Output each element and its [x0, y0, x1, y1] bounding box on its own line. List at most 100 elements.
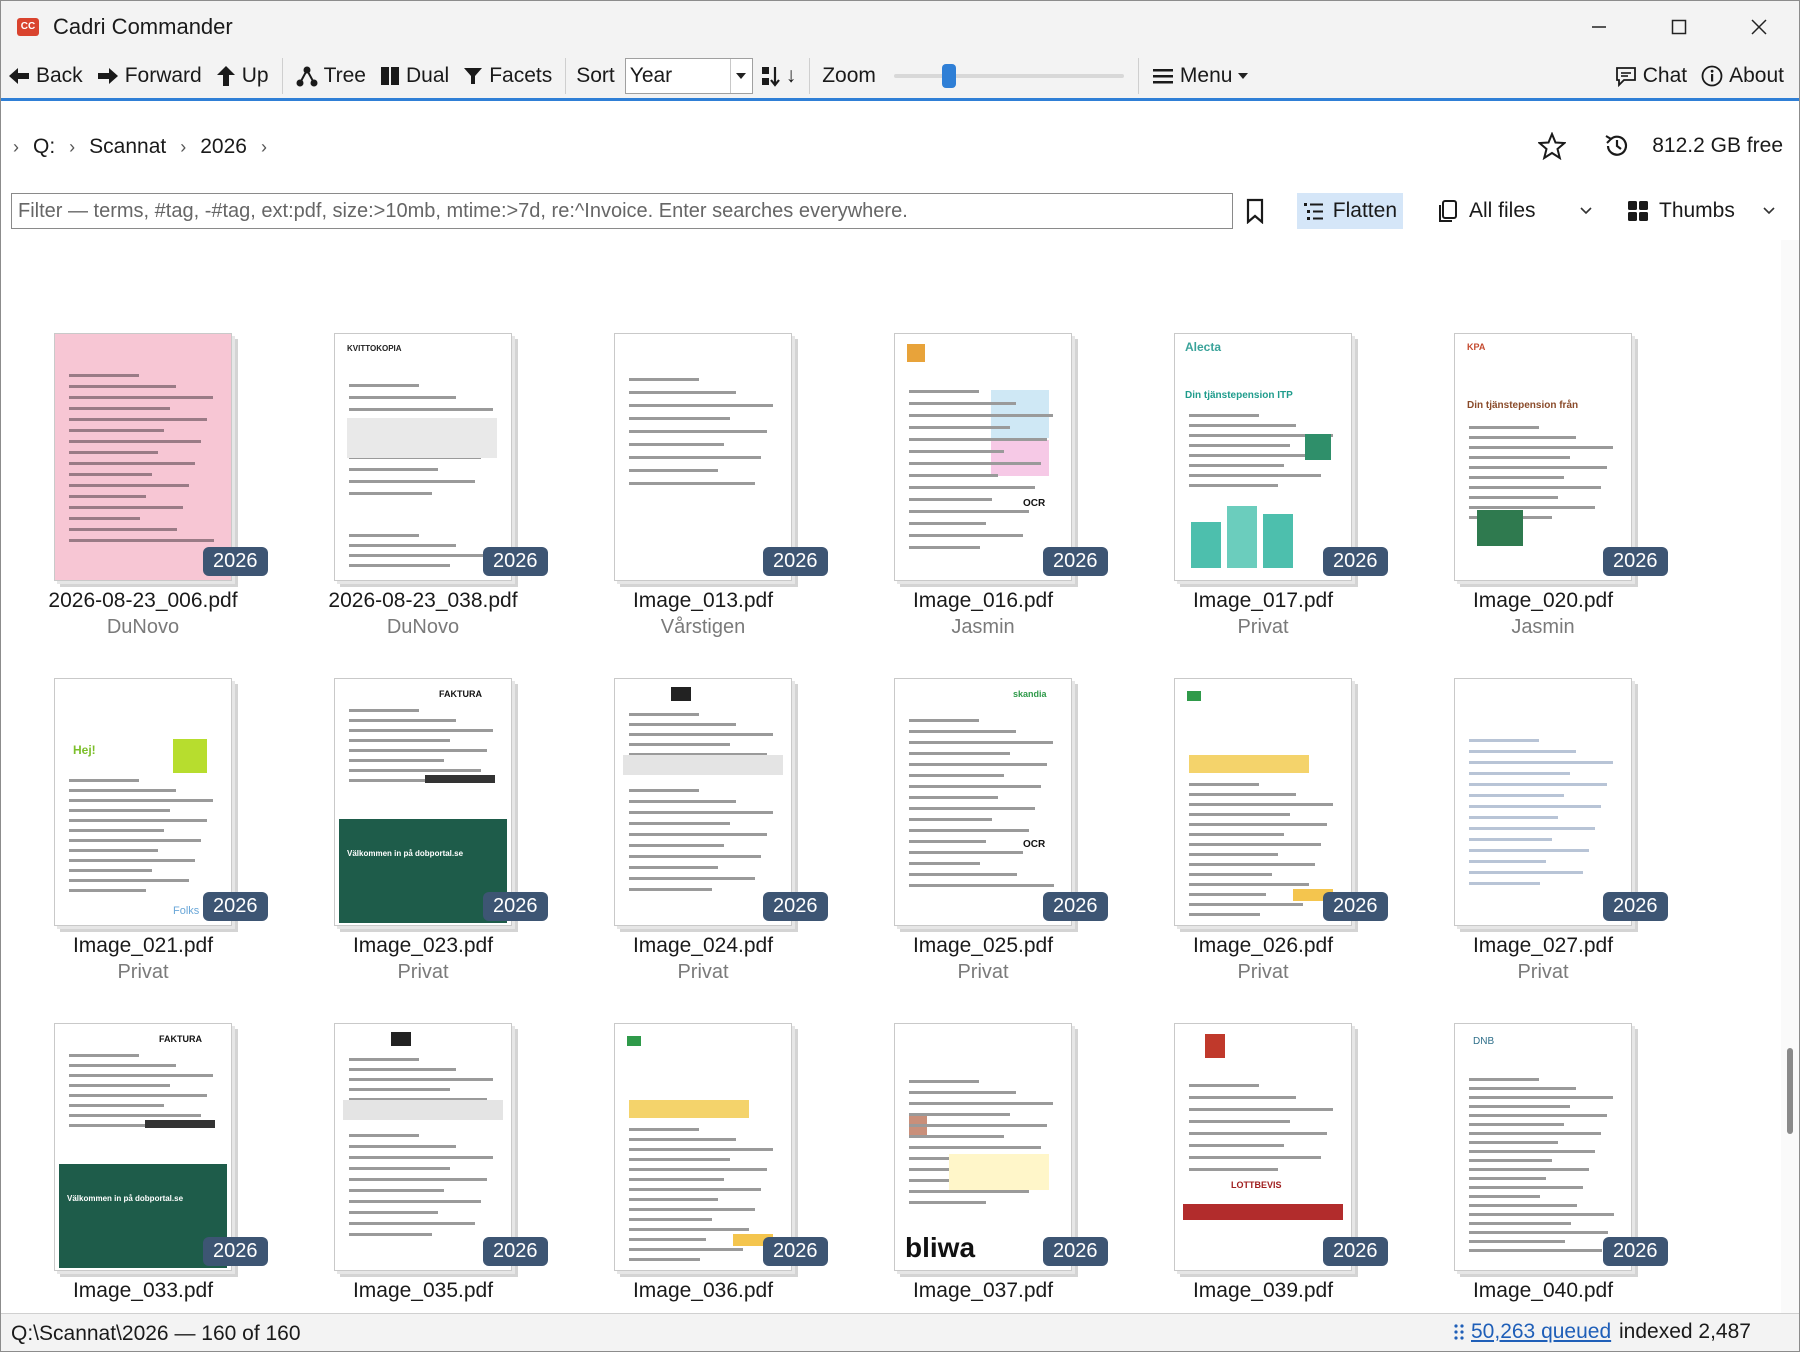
chevron-right-icon[interactable]: › — [180, 137, 186, 158]
file-thumbnail[interactable] — [614, 1023, 792, 1271]
breadcrumb-item-drive[interactable]: Q: — [33, 135, 55, 159]
zoom-slider[interactable] — [893, 58, 1124, 94]
file-name[interactable]: 2026-08-23_006.pdf — [3, 589, 283, 613]
file-thumbnail[interactable]: OCR — [894, 333, 1072, 581]
file-name[interactable]: Image_037.pdf — [843, 1279, 1123, 1303]
file-thumbnail[interactable]: FAKTURA Välkommen in på dobportal.se — [334, 678, 512, 926]
file-thumbnail[interactable] — [614, 333, 792, 581]
file-name[interactable]: Image_033.pdf — [3, 1279, 283, 1303]
file-name[interactable]: Image_024.pdf — [563, 934, 843, 958]
file-item[interactable]: 2026 Image_036.pdf — [611, 1023, 871, 1313]
menu-button[interactable]: Menu — [1145, 56, 1256, 96]
scope-select[interactable]: All files — [1437, 193, 1597, 229]
breadcrumb-item-2026[interactable]: 2026 — [200, 135, 247, 159]
file-tag: Privat — [1237, 616, 1289, 638]
file-thumbnail[interactable] — [1454, 678, 1632, 926]
file-item[interactable]: skandia OCR 2026 Image_025.pdf Privat — [891, 678, 1151, 1018]
save-filter-button[interactable] — [1245, 193, 1271, 229]
sort-direction-button[interactable]: ↓ — [753, 56, 804, 96]
file-item[interactable]: KVITTOKOPIA 2026 2026-08-23_038.pdf DuNovo — [328, 333, 591, 673]
text-line — [909, 741, 1053, 744]
file-name[interactable]: Image_036.pdf — [563, 1279, 843, 1303]
file-thumbnail[interactable]: bliwa — [894, 1023, 1072, 1271]
chevron-right-icon[interactable]: › — [261, 137, 267, 158]
file-item[interactable]: Alecta Din tjänstepension ITP 2026 Image_01… — [1171, 333, 1431, 673]
file-name[interactable]: Image_020.pdf — [1403, 589, 1683, 613]
file-thumbnail[interactable]: FAKTURA Välkommen in på dobportal.se — [54, 1023, 232, 1271]
file-name[interactable]: Image_017.pdf — [1123, 589, 1403, 613]
file-item[interactable]: 2026-08-10_003.pdfDuNovo — [51, 240, 311, 252]
vertical-scrollbar[interactable] — [1781, 240, 1799, 1313]
file-thumbnail[interactable] — [54, 333, 232, 581]
file-name[interactable]: Image_027.pdf — [1403, 934, 1683, 958]
file-item[interactable]: 2026 Image_026.pdf Privat — [1171, 678, 1431, 1018]
chat-button[interactable]: Chat — [1608, 56, 1694, 96]
file-name[interactable]: Image_039.pdf — [1123, 1279, 1403, 1303]
chevron-right-icon[interactable]: › — [69, 137, 75, 158]
file-item[interactable]: DNB 2026 Image_040.pdf — [1451, 1023, 1711, 1313]
facets-button[interactable]: Facets — [456, 56, 559, 96]
file-item[interactable]: OCR 2026 Image_016.pdf Jasmin — [891, 333, 1151, 673]
zoom-slider-thumb[interactable] — [941, 63, 956, 88]
about-button[interactable]: About — [1694, 56, 1791, 96]
file-name[interactable]: 2026-08-23_038.pdf — [283, 589, 563, 613]
file-item[interactable]: 2026-08-23_003.pdfPrivat — [891, 240, 1151, 252]
file-item[interactable]: 2026-08-23_001.pdfPrivat — [331, 240, 591, 252]
file-item[interactable]: 2026-08-23_005.pdfPrivat — [1451, 240, 1711, 252]
file-name[interactable]: Image_025.pdf — [843, 934, 1123, 958]
scrollbar-thumb[interactable] — [1787, 1048, 1793, 1134]
file-item[interactable]: 2026 Image_013.pdf Vårstigen — [611, 333, 871, 673]
file-thumbnail[interactable] — [334, 1023, 512, 1271]
history-button[interactable] — [1603, 132, 1631, 166]
file-item[interactable]: KPA Din tjänstepension från 2026 Image_020.… — [1451, 333, 1711, 673]
sort-direction-glyph: ↓ — [785, 63, 797, 87]
flatten-toggle[interactable]: Flatten — [1297, 193, 1403, 229]
file-thumbnail[interactable] — [614, 678, 792, 926]
file-thumbnail[interactable]: LOTTBEVIS — [1174, 1023, 1352, 1271]
dual-button[interactable]: Dual — [373, 56, 456, 96]
file-item[interactable]: LOTTBEVIS 2026 Image_039.pdf — [1171, 1023, 1431, 1313]
file-item[interactable]: FAKTURA Välkommen in på dobportal.se 2026 I… — [331, 678, 591, 1018]
forward-button[interactable]: Forward — [90, 56, 209, 96]
file-name[interactable]: Image_035.pdf — [283, 1279, 563, 1303]
chevron-right-icon[interactable]: › — [13, 137, 19, 158]
text-line — [1469, 1240, 1565, 1243]
file-name[interactable]: Image_013.pdf — [563, 589, 843, 613]
file-item[interactable]: FAKTURA Välkommen in på dobportal.se 2026 I… — [51, 1023, 311, 1313]
file-name[interactable]: Image_040.pdf — [1403, 1279, 1683, 1303]
file-item[interactable]: 2026-08-23_002.pdfPrivat — [611, 240, 871, 252]
queued-link[interactable]: 50,263 queued — [1453, 1320, 1611, 1344]
file-name[interactable]: Image_026.pdf — [1123, 934, 1403, 958]
year-badge: 2026 — [763, 892, 828, 921]
text-line — [349, 759, 444, 762]
breadcrumb-item-scannat[interactable]: Scannat — [89, 135, 166, 159]
file-thumbnail[interactable] — [1174, 678, 1352, 926]
file-thumbnail[interactable]: DNB — [1454, 1023, 1632, 1271]
file-thumbnail[interactable]: skandia OCR — [894, 678, 1072, 926]
file-item[interactable]: Hej! Folks 2026 Image_021.pdf Privat — [51, 678, 311, 1018]
close-button[interactable] — [1727, 1, 1791, 53]
tree-button[interactable]: Tree — [289, 56, 373, 96]
filter-input[interactable] — [11, 193, 1233, 229]
file-name[interactable]: Image_016.pdf — [843, 589, 1123, 613]
filter-bar: Flatten All files Thumbs — [1, 190, 1799, 240]
bookmark-star-button[interactable] — [1536, 131, 1568, 166]
file-item[interactable]: 2026-08-23_004.pdfPrivat — [1171, 240, 1431, 252]
file-item[interactable]: 2026 Image_024.pdf Privat — [611, 678, 871, 1018]
sort-select[interactable]: Year — [624, 57, 753, 94]
minimize-button[interactable] — [1567, 1, 1631, 53]
up-button[interactable]: Up — [209, 56, 276, 96]
file-item[interactable]: 2026 2026-08-23_006.pdf DuNovo — [48, 333, 311, 673]
file-name[interactable]: Image_023.pdf — [283, 934, 563, 958]
file-item[interactable]: 2026 Image_035.pdf — [331, 1023, 591, 1313]
file-thumbnail[interactable]: KVITTOKOPIA — [334, 333, 512, 581]
file-item[interactable]: bliwa 2026 Image_037.pdf — [891, 1023, 1151, 1313]
file-thumbnail[interactable]: KPA Din tjänstepension från — [1454, 333, 1632, 581]
file-thumbnail[interactable]: Alecta Din tjänstepension ITP — [1174, 333, 1352, 581]
file-name[interactable]: Image_021.pdf — [3, 934, 283, 958]
back-button[interactable]: Back — [1, 56, 90, 96]
file-thumbnail[interactable]: Hej! Folks — [54, 678, 232, 926]
maximize-button[interactable] — [1647, 1, 1711, 53]
view-select[interactable]: Thumbs — [1627, 193, 1787, 229]
file-item[interactable]: 2026 Image_027.pdf Privat — [1451, 678, 1711, 1018]
